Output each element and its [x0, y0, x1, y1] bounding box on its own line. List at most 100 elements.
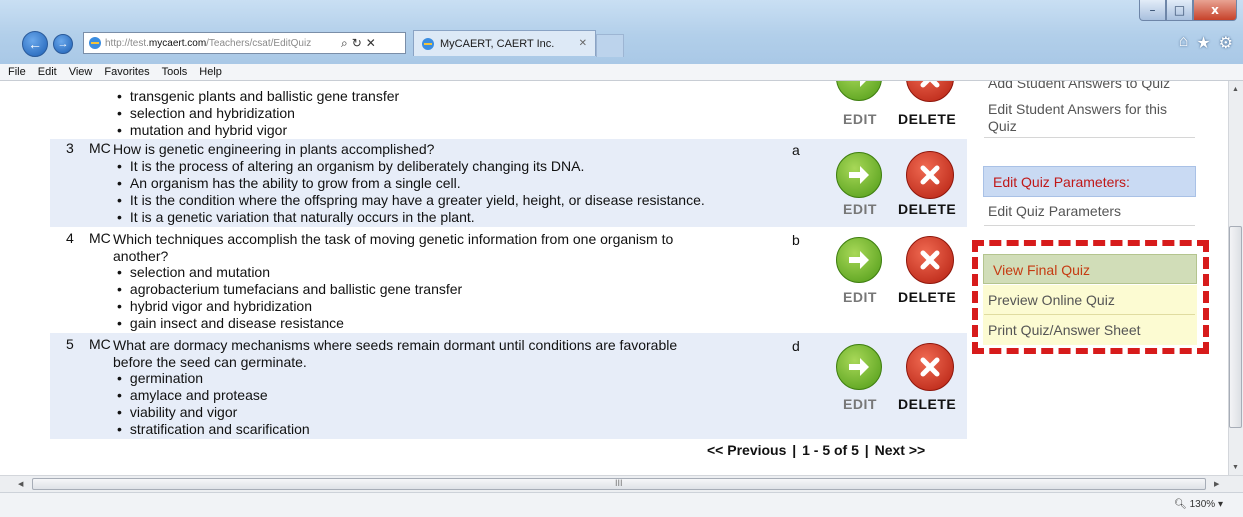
question-3-option-2: An organism has the ability to grow from… [117, 175, 461, 192]
pager-separator: | [792, 442, 797, 458]
question-4-option-3: hybrid vigor and hybridization [117, 298, 312, 315]
highlight-annotation-box [972, 240, 1209, 354]
menu-help[interactable]: Help [199, 66, 222, 78]
question-5-option-2: amylace and protease [117, 387, 268, 404]
question-4-option-4: gain insect and disease resistance [117, 315, 344, 332]
delete-icon[interactable] [906, 151, 954, 199]
question-5-answer: d [792, 338, 800, 354]
menu-favorites[interactable]: Favorites [104, 66, 149, 78]
zoom-control[interactable]: 🔍︎ 130% ▾ [1174, 499, 1223, 510]
scroll-down-arrow-icon[interactable]: ▼ [1232, 464, 1239, 471]
edit-icon[interactable] [836, 152, 882, 198]
menu-edit[interactable]: Edit [38, 66, 57, 78]
status-bar [0, 492, 1243, 517]
search-icon[interactable]: ⌕ [341, 36, 348, 51]
edit-student-answers-line1: Edit Student Answers for this [988, 101, 1167, 117]
delete-icon[interactable] [906, 236, 954, 284]
favorites-star-icon[interactable]: ★ [1196, 33, 1210, 53]
question-4-option-2: agrobacterium tumefacians and ballistic … [117, 281, 462, 298]
maximize-button[interactable]: □ [1166, 0, 1193, 21]
quiz-parameters-header: Edit Quiz Parameters: [983, 166, 1196, 197]
minimize-button[interactable]: – [1139, 0, 1166, 21]
question-3-number: 3 [66, 140, 74, 156]
next-link[interactable]: Next >> [875, 442, 926, 458]
question-4-text-line2: another? [113, 248, 169, 264]
question-3-option-1: It is the process of altering an organis… [117, 158, 584, 175]
question-4-text-line1: Which techniques accomplish the task of … [113, 231, 674, 247]
scroll-grip-icon: III [615, 478, 623, 488]
edit-student-answers-line2: Quiz [988, 118, 1017, 134]
question-3-answer: a [792, 142, 800, 158]
question-5-option-1: germination [117, 370, 203, 387]
question-5-text-line2: before the seed can germinate. [113, 354, 307, 370]
question-3-type: MC [89, 140, 111, 156]
zoom-dropdown-icon[interactable]: ▾ [1218, 499, 1223, 510]
stop-icon[interactable]: ✕ [366, 36, 376, 50]
question-4-answer: b [792, 232, 800, 248]
sidebar-divider [984, 137, 1195, 138]
question-4-option-1: selection and mutation [117, 264, 270, 281]
menu-file[interactable]: File [8, 66, 26, 78]
previous-link[interactable]: << Previous [707, 442, 786, 458]
sidebar-divider [984, 225, 1195, 226]
refresh-icon[interactable]: ↻ [352, 36, 362, 50]
scroll-right-arrow-icon[interactable]: ▶ [1214, 480, 1219, 488]
delete-label[interactable]: DELETE [898, 289, 956, 305]
pagination: << Previous | 1 - 5 of 5 | Next >> [706, 442, 926, 458]
menu-tools[interactable]: Tools [162, 66, 188, 78]
home-icon[interactable]: ⌂ [1179, 33, 1189, 53]
add-student-answers-link[interactable]: Add Student Answers to Quiz [988, 81, 1170, 92]
edit-label[interactable]: EDIT [843, 396, 877, 412]
forward-button[interactable]: → [53, 34, 73, 54]
zoom-level: 130% [1189, 499, 1216, 510]
edit-label[interactable]: EDIT [843, 289, 877, 305]
question-3-text: How is genetic engineering in plants acc… [113, 141, 435, 157]
menu-bar: File Edit View Favorites Tools Help [0, 64, 1243, 81]
vertical-scroll-thumb[interactable] [1229, 226, 1242, 428]
question-4-number: 4 [66, 230, 74, 246]
edit-label[interactable]: EDIT [843, 111, 877, 127]
question-2-option-3: mutation and hybrid vigor [117, 122, 287, 139]
question-3-option-4: It is a genetic variation that naturally… [117, 209, 475, 226]
edit-icon[interactable] [836, 344, 882, 390]
ie-tab-icon [422, 37, 434, 50]
edit-icon[interactable] [836, 237, 882, 283]
edit-label[interactable]: EDIT [843, 201, 877, 217]
question-2-option-2: selection and hybridization [117, 105, 295, 122]
window-controls: – □ x [1139, 0, 1237, 21]
delete-label[interactable]: DELETE [898, 111, 956, 127]
edit-student-answers-link[interactable]: Edit Student Answers for this Quiz [988, 101, 1167, 135]
edit-quiz-parameters-link[interactable]: Edit Quiz Parameters [988, 203, 1121, 220]
question-5-type: MC [89, 336, 111, 352]
address-bar[interactable]: http://test.mycaert.com/Teachers/csat/Ed… [83, 32, 406, 54]
pager-range: 1 - 5 of 5 [802, 442, 859, 458]
question-3-option-3: It is the condition where the offspring … [117, 192, 705, 209]
question-2-option-1: transgenic plants and ballistic gene tra… [117, 88, 399, 105]
zoom-icon: 🔍︎ [1174, 499, 1187, 510]
question-4-type: MC [89, 230, 111, 246]
browser-tab[interactable]: MyCAERT, CAERT Inc. ✕ [413, 30, 596, 56]
toolbar-icons: ⌂ ★ ⚙ [1179, 33, 1233, 53]
scroll-up-arrow-icon[interactable]: ▲ [1232, 86, 1239, 93]
menu-view[interactable]: View [69, 66, 93, 78]
close-tab-icon[interactable]: ✕ [579, 38, 587, 49]
scroll-left-arrow-icon[interactable]: ◀ [18, 480, 23, 488]
tab-title: MyCAERT, CAERT Inc. [440, 37, 555, 50]
page-content: transgenic plants and ballistic gene tra… [0, 81, 1228, 475]
close-window-button[interactable]: x [1193, 0, 1237, 21]
delete-label[interactable]: DELETE [898, 396, 956, 412]
new-tab-button[interactable] [596, 34, 624, 57]
back-arrow-icon: ← [28, 36, 42, 52]
pager-separator: | [864, 442, 869, 458]
gear-icon[interactable]: ⚙ [1219, 33, 1233, 53]
delete-icon[interactable] [906, 343, 954, 391]
address-url[interactable]: http://test.mycaert.com/Teachers/csat/Ed… [105, 38, 337, 49]
forward-arrow-icon: → [57, 38, 69, 50]
quiz-parameters-header-label: Edit Quiz Parameters: [993, 174, 1130, 190]
question-5-option-3: viability and vigor [117, 404, 237, 421]
delete-label[interactable]: DELETE [898, 201, 956, 217]
browser-chrome: – □ x ← → http://test.mycaert.com/Teache… [0, 0, 1243, 64]
question-5-option-4: stratification and scarification [117, 421, 310, 438]
back-button[interactable]: ← [22, 31, 48, 57]
question-5-text-line1: What are dormacy mechanisms where seeds … [113, 337, 678, 353]
